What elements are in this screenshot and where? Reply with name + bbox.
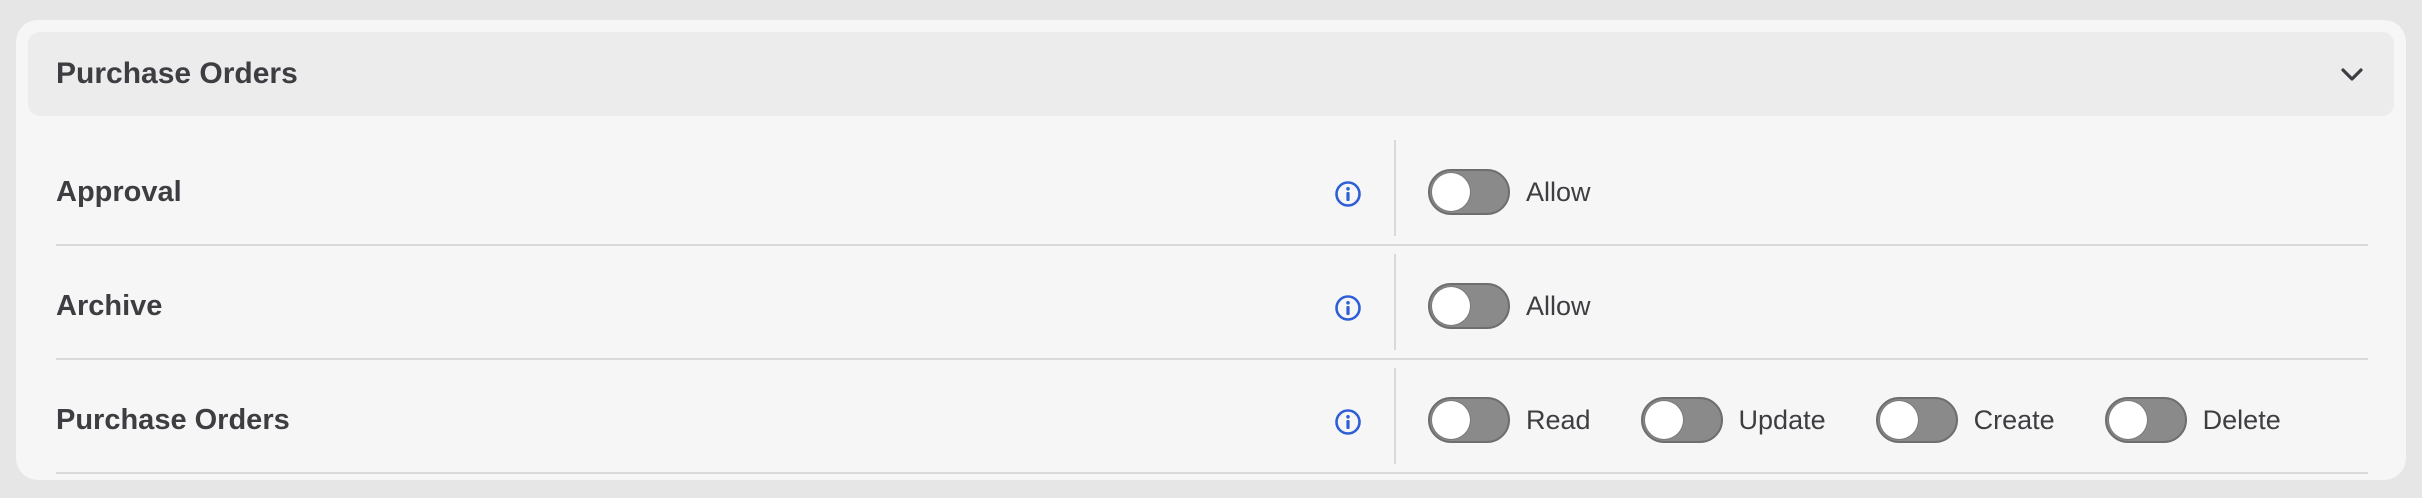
read-toggle-switch[interactable] bbox=[1428, 397, 1510, 443]
toggle-update: Update bbox=[1640, 397, 1826, 443]
toggle-label: Delete bbox=[2202, 404, 2281, 435]
create-toggle-switch[interactable] bbox=[1875, 397, 1958, 443]
allow-toggle-switch[interactable] bbox=[1428, 283, 1510, 329]
permission-label: Approval bbox=[56, 176, 182, 208]
toggle-knob bbox=[2108, 401, 2147, 439]
permission-label: Archive bbox=[56, 290, 163, 322]
toggle-allow: Allow bbox=[1428, 169, 1591, 215]
permission-row-archive: Archive Allow bbox=[56, 254, 2368, 360]
toggle-read: Read bbox=[1428, 397, 1591, 443]
toggle-create: Create bbox=[1875, 397, 2055, 443]
toggle-knob bbox=[1432, 287, 1470, 325]
allow-toggle-switch[interactable] bbox=[1428, 169, 1510, 215]
permissions-card: Purchase Orders Approval Allow Archive A… bbox=[16, 20, 2406, 480]
permission-row-purchase-orders: Purchase Orders Read Update Create Delet… bbox=[56, 368, 2368, 474]
toggle-label: Create bbox=[1973, 404, 2055, 435]
info-icon[interactable] bbox=[1334, 180, 1362, 208]
permission-row-approval: Approval Allow bbox=[56, 140, 2368, 246]
info-icon[interactable] bbox=[1334, 294, 1362, 322]
toggle-knob bbox=[1432, 401, 1470, 439]
column-divider bbox=[1394, 140, 1396, 236]
toggle-label: Update bbox=[1738, 404, 1826, 435]
column-divider bbox=[1394, 254, 1396, 350]
section-title: Purchase Orders bbox=[56, 57, 298, 90]
toggle-label: Read bbox=[1526, 404, 1591, 435]
section-header[interactable]: Purchase Orders bbox=[28, 32, 2394, 116]
toggle-label: Allow bbox=[1526, 290, 1591, 321]
toggle-label: Allow bbox=[1526, 176, 1591, 207]
chevron-down-icon[interactable] bbox=[2338, 60, 2366, 88]
info-icon[interactable] bbox=[1334, 408, 1362, 436]
toggle-delete: Delete bbox=[2104, 397, 2281, 443]
toggle-group-container: Allow bbox=[1428, 254, 1641, 358]
toggle-group-container: Allow bbox=[1428, 140, 1641, 244]
delete-toggle-switch[interactable] bbox=[2104, 397, 2187, 443]
toggle-knob bbox=[1432, 173, 1470, 211]
column-divider bbox=[1394, 368, 1396, 464]
permission-label: Purchase Orders bbox=[56, 404, 290, 436]
toggle-group-container: Read Update Create Delete bbox=[1428, 368, 2331, 472]
toggle-knob bbox=[1644, 401, 1683, 439]
toggle-allow: Allow bbox=[1428, 283, 1591, 329]
update-toggle-switch[interactable] bbox=[1640, 397, 1723, 443]
toggle-knob bbox=[1879, 401, 1918, 439]
